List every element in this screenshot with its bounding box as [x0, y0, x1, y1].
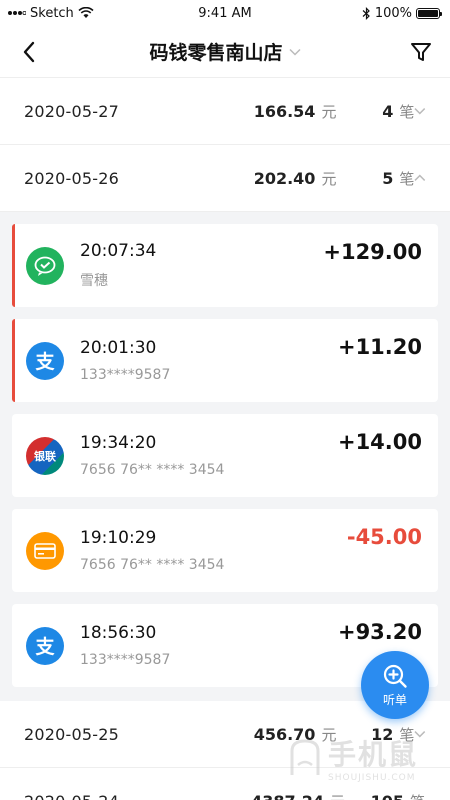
date-label: 2020-05-26: [24, 168, 119, 188]
battery-percent: 100%: [374, 5, 412, 21]
card-number: 7656 76** **** 3454: [80, 557, 225, 573]
transaction-card[interactable]: 20:07:34 雪穗 +129.00: [12, 224, 438, 307]
status-bar: Sketch 9:41 AM 100%: [0, 0, 450, 26]
transaction-card[interactable]: 银联 19:34:20 7656 76** **** 3454 +14.00: [12, 414, 438, 497]
alipay-glyph: 支: [35, 636, 55, 658]
page-title: 码钱零售南山店: [149, 42, 283, 64]
count-unit: 笔: [399, 102, 415, 121]
chevron-up-icon: [414, 174, 426, 181]
date-row[interactable]: 2020-05-26 202.40 元 5 笔: [0, 145, 450, 212]
battery-icon: [416, 7, 442, 19]
payer-name: 雪穗: [80, 273, 108, 289]
transaction-amount: +93.20: [337, 620, 422, 644]
transaction-count: 105: [354, 792, 404, 800]
currency-unit: 元: [321, 102, 337, 121]
currency-unit: 元: [321, 725, 337, 744]
chevron-down-icon: [414, 731, 426, 738]
transaction-count: 5: [382, 168, 394, 188]
bluetooth-icon: [362, 6, 370, 20]
transaction-amount: +14.00: [337, 430, 422, 454]
filter-icon: [410, 42, 431, 61]
transaction-amount: +11.20: [337, 335, 422, 359]
day-total: 166.54: [253, 101, 316, 121]
transaction-amount: -45.00: [346, 525, 422, 549]
store-selector[interactable]: 码钱零售南山店: [149, 38, 301, 65]
card-number: 7656 76** **** 3454: [80, 462, 225, 478]
date-label: 2020-05-27: [24, 101, 119, 121]
transaction-card[interactable]: 19:10:29 7656 76** **** 3454 -45.00: [12, 509, 438, 592]
status-right: 100%: [362, 5, 442, 21]
search-plus-icon: [383, 664, 407, 688]
date-row[interactable]: 2020-05-27 166.54 元 4 笔: [0, 78, 450, 145]
wifi-icon: [78, 7, 94, 18]
count-unit: 笔: [399, 169, 415, 188]
transaction-count: 12: [371, 724, 394, 744]
wechat-pay-icon: [26, 246, 64, 285]
bank-card-icon: [26, 531, 64, 570]
fab-label: 听单: [382, 692, 407, 707]
date-label: 2020-05-25: [24, 724, 119, 744]
count-unit: 笔: [410, 791, 425, 800]
signal-icon: [8, 11, 26, 15]
payer-phone: 133****9587: [80, 367, 171, 383]
listen-orders-button[interactable]: 听单: [361, 651, 429, 719]
status-left: Sketch: [8, 6, 94, 21]
currency-unit: 元: [330, 791, 354, 800]
nav-bar: 码钱零售南山店: [0, 26, 450, 78]
transaction-list: 20:07:34 雪穗 +129.00 支 20:01:30 133****95…: [0, 212, 450, 701]
currency-unit: 元: [321, 169, 337, 188]
transaction-amount: +129.00: [323, 240, 422, 264]
date-label: 2020-05-24: [24, 792, 214, 800]
transaction-card[interactable]: 支 20:01:30 133****9587 +11.20: [12, 319, 438, 402]
day-total: 4387.24: [214, 792, 324, 800]
alipay-glyph: 支: [35, 351, 55, 373]
unionpay-icon: 银联: [26, 436, 64, 475]
unionpay-glyph: 银联: [34, 449, 56, 463]
filter-button[interactable]: [406, 37, 436, 67]
battery-fill: [418, 9, 438, 17]
count-unit: 笔: [399, 725, 415, 744]
date-row[interactable]: 2020-05-24 4387.24 元 105 笔: [0, 768, 450, 800]
chevron-down-icon: [414, 108, 426, 115]
chevron-down-icon: [288, 48, 301, 56]
chevron-left-icon: [23, 41, 35, 62]
day-total: 202.40: [253, 168, 316, 188]
day-total: 456.70: [253, 724, 316, 744]
back-button[interactable]: [14, 37, 44, 67]
alipay-icon: 支: [26, 341, 64, 380]
alipay-icon: 支: [26, 626, 64, 665]
transaction-count: 4: [382, 101, 394, 121]
carrier-name: Sketch: [30, 5, 74, 21]
